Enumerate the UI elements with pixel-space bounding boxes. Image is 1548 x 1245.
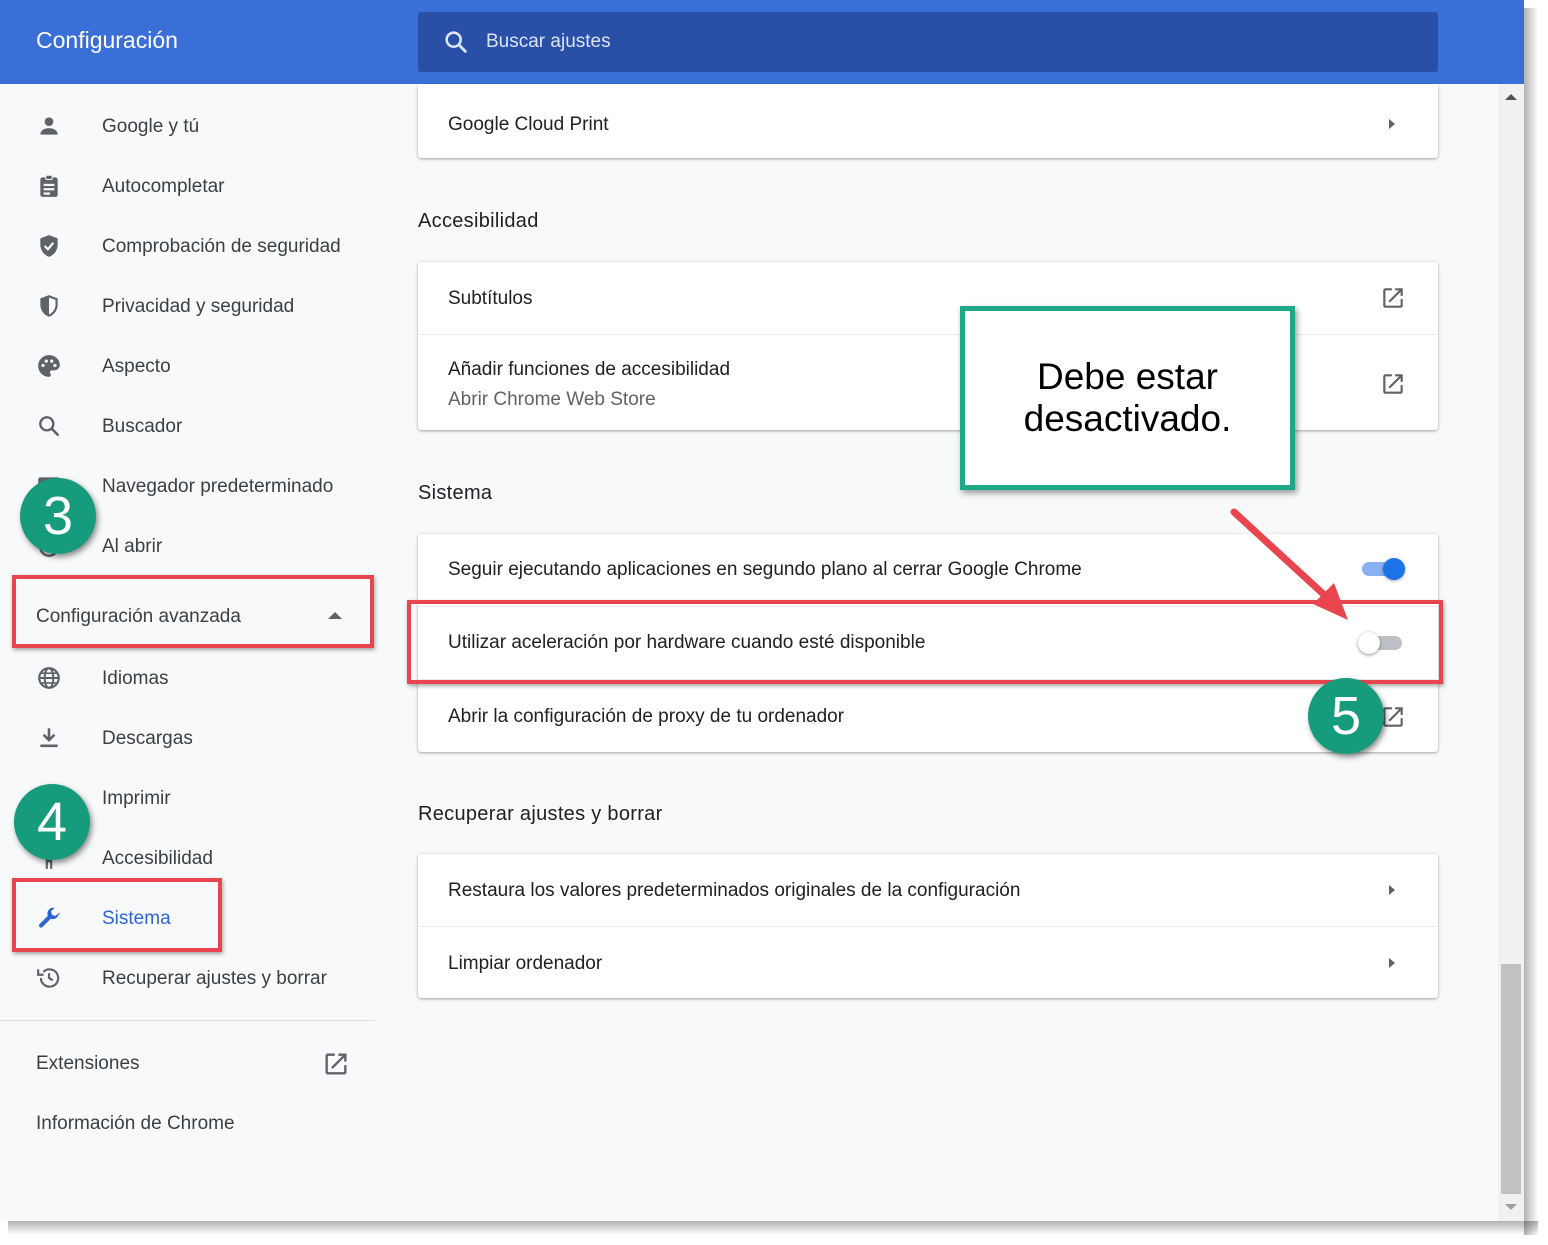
sidebar: Google y tú Autocompletar Comprobación d…: [0, 84, 378, 1221]
open-in-new-icon: [1383, 374, 1403, 394]
sidebar-item-label: Autocompletar: [102, 176, 225, 197]
shield-check-icon: [40, 235, 58, 257]
sidebar-item-label: Aspecto: [102, 356, 171, 377]
download-icon: [40, 728, 58, 748]
captions-label: Subtítulos: [448, 288, 533, 309]
callout-box: Debe estar desactivado.: [960, 306, 1295, 490]
scroll-thumb[interactable]: [1501, 964, 1521, 1194]
add-accessibility-label: Añadir funciones de accesibilidad: [448, 359, 731, 380]
sidebar-item-label: Imprimir: [102, 788, 171, 809]
chevron-right-icon: [1389, 958, 1395, 968]
row-cleanup[interactable]: Limpiar ordenador: [418, 926, 1438, 998]
open-in-new-icon: [325, 1053, 347, 1075]
window-shadow-right: [1524, 8, 1538, 1235]
sidebar-item-label: Idiomas: [102, 668, 169, 689]
header-bar: Configuración: [0, 0, 1524, 84]
search-icon: [39, 416, 59, 436]
sidebar-item-label: Comprobación de seguridad: [102, 236, 341, 257]
chevron-right-icon: [1389, 119, 1395, 129]
highlight-advanced-settings: [12, 575, 374, 648]
section-title-reset: Recuperar ajustes y borrar: [418, 803, 663, 825]
sidebar-divider: [0, 1020, 375, 1021]
scroll-up-arrow-icon[interactable]: [1505, 94, 1517, 100]
sidebar-item-label: Google y tú: [102, 116, 200, 137]
sidebar-item-search-engine[interactable]: Buscador: [0, 396, 375, 456]
cloud-print-label: Google Cloud Print: [448, 114, 609, 135]
card-cloud-print: Google Cloud Print: [418, 84, 1438, 158]
scrollbar[interactable]: [1498, 84, 1524, 1221]
settings-window: Configuración Google y tú Autocompletar …: [0, 0, 1524, 1221]
sidebar-item-privacy[interactable]: Privacidad y seguridad: [0, 276, 375, 336]
section-title-accessibility: Accesibilidad: [418, 210, 539, 232]
person-icon: [40, 117, 58, 135]
extensions-label: Extensiones: [36, 1053, 140, 1074]
sidebar-item-reset[interactable]: Recuperar ajustes y borrar: [0, 948, 375, 1008]
background-apps-label: Seguir ejecutando aplicaciones en segund…: [448, 559, 1082, 580]
sidebar-item-languages[interactable]: Idiomas: [0, 648, 375, 708]
row-cloud-print[interactable]: Google Cloud Print: [418, 84, 1438, 158]
globe-icon: [38, 667, 60, 689]
row-restore-defaults[interactable]: Restaura los valores predeterminados ori…: [418, 854, 1438, 926]
sidebar-item-safety-check[interactable]: Comprobación de seguridad: [0, 216, 375, 276]
sidebar-item-appearance[interactable]: Aspecto: [0, 336, 375, 396]
shield-half-icon: [40, 295, 58, 317]
search-box[interactable]: [418, 12, 1438, 72]
sidebar-item-label: Accesibilidad: [102, 848, 213, 869]
step-badge-5: 5: [1308, 678, 1384, 754]
scroll-down-arrow-icon[interactable]: [1505, 1204, 1517, 1210]
add-accessibility-sublabel: Abrir Chrome Web Store: [448, 389, 656, 410]
sidebar-item-label: Privacidad y seguridad: [102, 296, 295, 317]
arrow-annotation-icon: [1230, 508, 1348, 620]
sidebar-item-label: Navegador predeterminado: [102, 476, 334, 497]
card-reset: Restaura los valores predeterminados ori…: [418, 854, 1438, 998]
palette-icon: [38, 355, 60, 377]
cleanup-label: Limpiar ordenador: [448, 953, 603, 974]
restore-defaults-label: Restaura los valores predeterminados ori…: [448, 880, 1021, 901]
chevron-right-icon: [1389, 885, 1395, 895]
open-in-new-icon: [1383, 288, 1403, 308]
proxy-label: Abrir la configuración de proxy de tu or…: [448, 706, 845, 727]
history-icon: [37, 968, 60, 988]
sidebar-item-google[interactable]: Google y tú: [0, 96, 375, 156]
search-input[interactable]: [486, 26, 1406, 58]
sidebar-item-autofill[interactable]: Autocompletar: [0, 156, 375, 216]
row-proxy[interactable]: Abrir la configuración de proxy de tu or…: [418, 679, 1438, 752]
about-chrome-link[interactable]: Información de Chrome: [36, 1113, 235, 1135]
search-icon: [445, 31, 467, 53]
window-shadow-bottom: [8, 1221, 1538, 1235]
highlight-system: [12, 878, 222, 952]
sidebar-item-label: Recuperar ajustes y borrar: [102, 968, 327, 989]
callout-text: Debe estar desactivado.: [1023, 356, 1232, 439]
sidebar-item-label: Buscador: [102, 416, 183, 437]
page-title: Configuración: [36, 27, 178, 53]
section-title-system: Sistema: [418, 482, 493, 504]
step-badge-4: 4: [14, 784, 90, 860]
clipboard-icon: [40, 174, 58, 197]
sidebar-item-downloads[interactable]: Descargas: [0, 708, 375, 768]
sidebar-item-label: Al abrir: [102, 536, 163, 557]
sidebar-item-label: Descargas: [102, 728, 193, 749]
step-badge-3: 3: [20, 478, 96, 554]
